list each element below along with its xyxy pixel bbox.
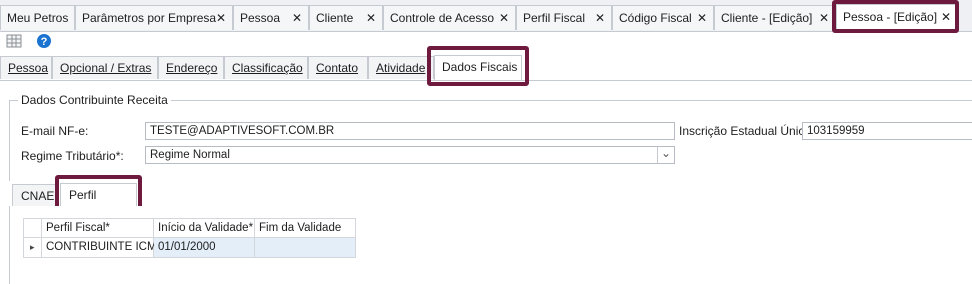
- doc-tab-label: Cliente: [316, 11, 354, 25]
- ie-field[interactable]: 103159959: [802, 122, 972, 140]
- column-header-inicio-validade[interactable]: Início da Validade*: [154, 218, 255, 238]
- doc-tab-label: Meu Petros: [7, 11, 69, 25]
- tab-contato[interactable]: Contato: [308, 56, 368, 79]
- doc-tab-perfil-fiscal[interactable]: Perfil Fiscal ✕: [516, 5, 612, 30]
- email-label: E-mail NF-e:: [21, 124, 89, 138]
- group-title: Dados Contribuinte Receita: [18, 93, 171, 107]
- tab-label: Endereço: [166, 61, 218, 75]
- inner-tab-bar: CNAE Perfil Fiscal: [9, 182, 972, 224]
- tab-pessoa[interactable]: Pessoa: [0, 56, 52, 79]
- highlight-frame-perfil-fiscal: [55, 175, 142, 210]
- tab-label: Classificação: [232, 61, 303, 75]
- tab-label: CNAE: [21, 189, 55, 203]
- help-glyph: ?: [41, 36, 48, 48]
- doc-tab-pessoa[interactable]: Pessoa ✕: [233, 5, 309, 30]
- tab-opcional-extras[interactable]: Opcional / Extras: [52, 56, 158, 79]
- row-indicator-icon[interactable]: ▸: [23, 238, 42, 258]
- tab-atividade[interactable]: Atividade: [368, 56, 434, 79]
- tab-label: Contato: [316, 61, 359, 75]
- doc-tab-label: Código Fiscal: [619, 11, 692, 25]
- highlight-frame-dados-fiscais: [427, 46, 529, 86]
- tab-classificacao[interactable]: Classificação: [224, 56, 308, 79]
- ie-label: Inscrição Estadual Única:: [679, 124, 815, 138]
- doc-tab-parametros-empresa[interactable]: Parâmetros por Empresa ✕: [75, 5, 233, 30]
- highlight-frame-active-tab: [832, 0, 959, 33]
- email-field[interactable]: TESTE@ADAPTIVESOFT.COM.BR: [145, 122, 675, 140]
- contribuinte-group: [9, 100, 972, 181]
- grid-icon[interactable]: [6, 33, 22, 52]
- close-icon[interactable]: ✕: [819, 6, 829, 30]
- close-icon[interactable]: ✕: [292, 6, 302, 30]
- doc-tab-label: Parâmetros por Empresa: [82, 11, 217, 25]
- regime-select[interactable]: Regime Normal ⌄: [145, 146, 675, 164]
- doc-tab-codigo-fiscal[interactable]: Código Fiscal ✕: [612, 5, 714, 30]
- close-icon[interactable]: ✕: [595, 6, 605, 30]
- doc-tab-label: Cliente - [Edição]: [721, 11, 813, 25]
- cell-fim-validade[interactable]: [255, 238, 356, 258]
- doc-tab-label: Perfil Fiscal: [523, 11, 586, 25]
- tab-label: Atividade: [376, 61, 426, 75]
- doc-tab-controle-acesso[interactable]: Controle de Acesso ✕: [383, 5, 516, 30]
- doc-tab-label: Pessoa: [240, 11, 281, 25]
- tab-endereco[interactable]: Endereço: [158, 56, 224, 79]
- doc-tab-meu-petros[interactable]: Meu Petros: [0, 5, 75, 30]
- column-header-fim-validade[interactable]: Fim da Validade: [255, 218, 356, 238]
- document-tab-bar: Meu Petros Parâmetros por Empresa ✕ Pess…: [0, 0, 972, 32]
- grid-corner: [23, 218, 42, 238]
- close-icon[interactable]: ✕: [366, 6, 376, 30]
- tab-label: Pessoa: [8, 61, 49, 75]
- doc-tab-label: Controle de Acesso: [390, 11, 495, 25]
- cell-inicio-validade[interactable]: 01/01/2000: [154, 238, 255, 258]
- chevron-down-icon[interactable]: ⌄: [657, 147, 674, 163]
- close-icon[interactable]: ✕: [697, 6, 707, 30]
- close-icon[interactable]: ✕: [216, 6, 226, 30]
- tab-cnae[interactable]: CNAE: [12, 184, 58, 206]
- doc-tab-cliente-edicao[interactable]: Cliente - [Edição] ✕: [714, 5, 836, 30]
- doc-tab-cliente[interactable]: Cliente ✕: [309, 5, 383, 30]
- cell-perfil-fiscal[interactable]: CONTRIBUINTE ICMS: [42, 238, 164, 258]
- tab-label: Opcional / Extras: [60, 61, 152, 75]
- close-icon[interactable]: ✕: [499, 6, 509, 30]
- column-header-perfil-fiscal[interactable]: Perfil Fiscal*: [42, 218, 154, 238]
- help-icon[interactable]: ?: [36, 33, 52, 52]
- regime-value: Regime Normal: [150, 149, 230, 161]
- regime-label: Regime Tributário*:: [21, 149, 124, 163]
